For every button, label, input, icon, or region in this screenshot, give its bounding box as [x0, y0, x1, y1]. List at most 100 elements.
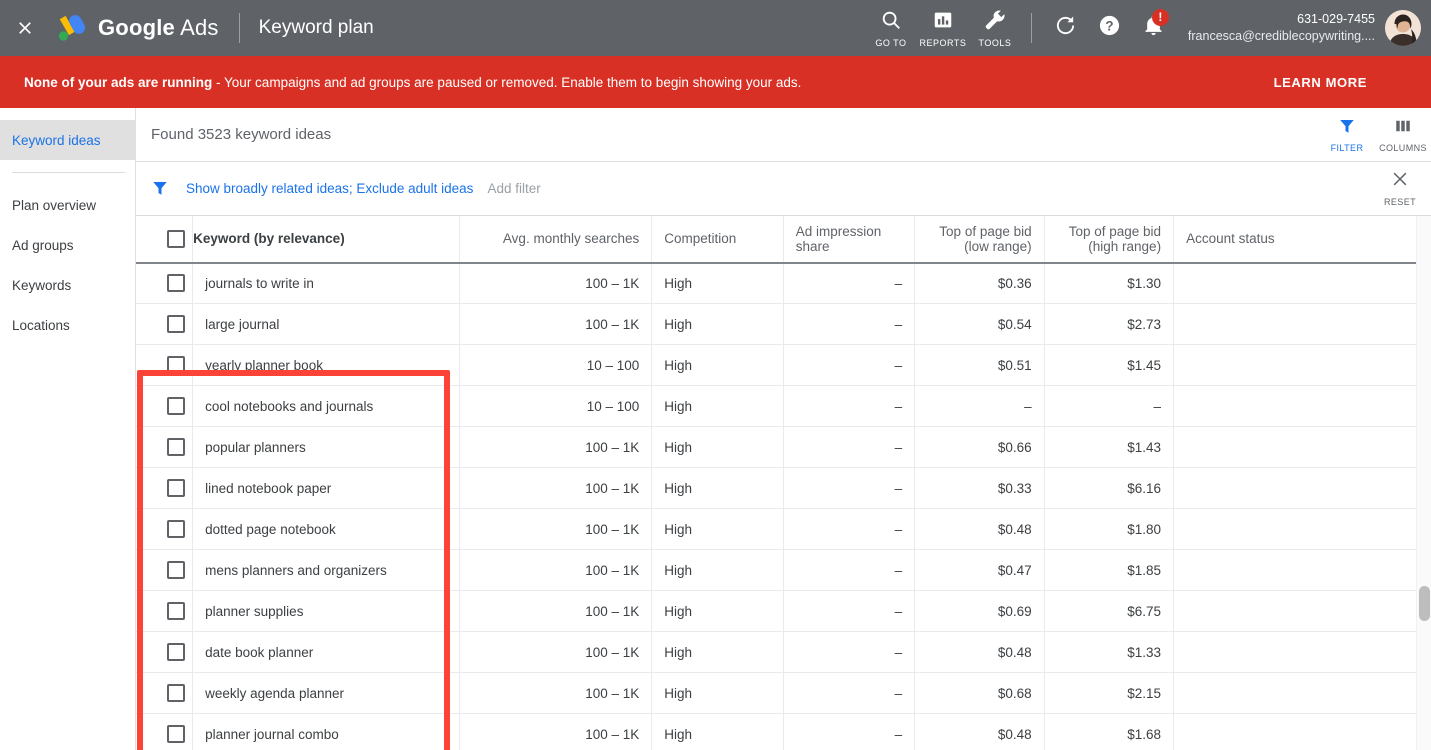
row-checkbox[interactable] — [167, 438, 185, 457]
cell-ad-impression-share: – — [783, 713, 916, 750]
scrollbar-thumb[interactable] — [1419, 585, 1430, 621]
active-filter-chip[interactable]: Show broadly related ideas; Exclude adul… — [186, 181, 473, 196]
cell-ad-impression-share: – — [783, 426, 916, 469]
go-to-button[interactable]: GO TO — [865, 0, 917, 56]
table-row[interactable]: planner supplies 100 – 1K High – $0.69 $… — [136, 590, 1431, 633]
learn-more-link[interactable]: LEARN MORE — [1274, 75, 1407, 90]
column-header-ad-impression-share[interactable]: Ad impression share — [783, 215, 916, 264]
filter-button[interactable]: FILTER — [1319, 108, 1375, 162]
cell-ad-impression-share: – — [783, 303, 916, 346]
sidebar-item-plan-overview[interactable]: Plan overview — [0, 185, 135, 225]
sidebar-item-locations[interactable]: Locations — [0, 305, 135, 345]
table-row[interactable]: planner journal combo 100 – 1K High – $0… — [136, 713, 1431, 750]
sidebar-item-keywords[interactable]: Keywords — [0, 265, 135, 305]
cell-bid-high: $2.15 — [1044, 672, 1175, 715]
row-checkbox[interactable] — [167, 684, 185, 703]
select-all-header — [136, 215, 194, 264]
select-all-checkbox[interactable] — [167, 229, 185, 248]
row-checkbox[interactable] — [167, 561, 185, 580]
cell-competition: High — [651, 426, 784, 469]
table-row[interactable]: date book planner 100 – 1K High – $0.48 … — [136, 631, 1431, 674]
brand-ads: Ads — [180, 15, 219, 40]
reports-button[interactable]: REPORTS — [917, 0, 969, 56]
table-row[interactable]: weekly agenda planner 100 – 1K High – $0… — [136, 672, 1431, 715]
table-header-row: Keyword (by relevance) Avg. monthly sear… — [136, 215, 1431, 264]
table-row[interactable]: yearly planner book 10 – 100 High – $0.5… — [136, 344, 1431, 387]
close-icon — [15, 18, 35, 38]
table-row[interactable]: dotted page notebook 100 – 1K High – $0.… — [136, 508, 1431, 551]
cell-keyword: journals to write in — [192, 262, 461, 305]
column-header-keyword[interactable]: Keyword (by relevance) — [192, 215, 461, 264]
topbar-divider — [238, 13, 240, 43]
avatar[interactable] — [1385, 10, 1421, 46]
column-header-top-of-page-bid-low[interactable]: Top of page bid (low range) — [914, 215, 1045, 264]
column-header-avg-monthly-searches[interactable]: Avg. monthly searches — [459, 215, 653, 264]
cell-account-status — [1173, 426, 1431, 469]
cell-bid-low: $0.68 — [914, 672, 1045, 715]
top-app-bar: Google Ads Keyword plan GO TO REPORTS TO… — [0, 0, 1431, 56]
help-button[interactable]: ? — [1088, 0, 1132, 56]
row-select-cell — [136, 508, 194, 551]
cell-keyword: weekly agenda planner — [192, 672, 461, 715]
table-row[interactable]: cool notebooks and journals 10 – 100 Hig… — [136, 385, 1431, 428]
cell-bid-high: $1.85 — [1044, 549, 1175, 592]
column-header-account-status[interactable]: Account status — [1173, 215, 1431, 264]
row-checkbox[interactable] — [167, 602, 185, 621]
cell-bid-high: $1.80 — [1044, 508, 1175, 551]
row-checkbox[interactable] — [167, 643, 185, 662]
cell-account-status — [1173, 631, 1431, 674]
filter-button-label: FILTER — [1330, 142, 1364, 153]
sidebar-item-label: Ad groups — [12, 237, 74, 253]
row-checkbox[interactable] — [167, 315, 185, 334]
table-row[interactable]: lined notebook paper 100 – 1K High – $0.… — [136, 467, 1431, 510]
vertical-scrollbar[interactable] — [1416, 215, 1431, 750]
row-checkbox[interactable] — [167, 356, 185, 375]
account-email: francesca@crediblecopywriting.... — [1187, 29, 1375, 43]
columns-button[interactable]: COLUMNS — [1375, 108, 1431, 162]
row-select-cell — [136, 303, 194, 346]
sidebar-item-keyword-ideas[interactable]: Keyword ideas — [0, 120, 135, 160]
cell-competition: High — [651, 549, 784, 592]
refresh-icon — [1054, 14, 1077, 42]
cell-ad-impression-share: – — [783, 262, 916, 305]
row-checkbox[interactable] — [167, 725, 185, 744]
row-select-cell — [136, 385, 194, 428]
keyword-table-container: Keyword (by relevance) Avg. monthly sear… — [136, 215, 1431, 750]
cell-bid-low: $0.69 — [914, 590, 1045, 633]
row-checkbox[interactable] — [167, 274, 185, 293]
notifications-button[interactable]: ! — [1132, 0, 1176, 56]
google-ads-logo[interactable]: Google Ads — [54, 13, 219, 43]
reset-button[interactable]: RESET — [1375, 169, 1431, 207]
cell-bid-low: $0.66 — [914, 426, 1045, 469]
row-checkbox[interactable] — [167, 520, 185, 539]
filter-icon — [1338, 117, 1356, 140]
columns-icon — [1394, 117, 1412, 140]
cell-keyword: planner supplies — [192, 590, 461, 633]
cell-competition: High — [651, 303, 784, 346]
sidebar-item-ad-groups[interactable]: Ad groups — [0, 225, 135, 265]
add-filter-button[interactable]: Add filter — [487, 181, 540, 196]
table-row[interactable]: mens planners and organizers 100 – 1K Hi… — [136, 549, 1431, 592]
row-checkbox[interactable] — [167, 479, 185, 498]
notifications-badge: ! — [1151, 9, 1169, 26]
column-header-competition[interactable]: Competition — [651, 215, 784, 264]
account-info[interactable]: 631-029-7455 francesca@crediblecopywriti… — [1188, 11, 1375, 45]
close-button[interactable] — [6, 9, 44, 47]
table-row[interactable]: journals to write in 100 – 1K High – $0.… — [136, 262, 1431, 305]
cell-avg-monthly-searches: 100 – 1K — [459, 713, 653, 750]
cell-ad-impression-share: – — [783, 590, 916, 633]
cell-bid-low: $0.33 — [914, 467, 1045, 510]
alert-banner-message: - Your campaigns and ad groups are pause… — [212, 74, 802, 90]
results-toolbar-actions: FILTER COLUMNS — [1319, 108, 1431, 162]
table-row[interactable]: large journal 100 – 1K High – $0.54 $2.7… — [136, 303, 1431, 346]
row-checkbox[interactable] — [167, 397, 185, 416]
cell-bid-low: $0.48 — [914, 631, 1045, 674]
table-row[interactable]: popular planners 100 – 1K High – $0.66 $… — [136, 426, 1431, 469]
cell-keyword: large journal — [192, 303, 461, 346]
refresh-button[interactable] — [1044, 0, 1088, 56]
sidebar-item-label: Locations — [12, 317, 70, 333]
cell-ad-impression-share: – — [783, 549, 916, 592]
column-header-top-of-page-bid-high[interactable]: Top of page bid (high range) — [1044, 215, 1175, 264]
keyword-ideas-table: Keyword (by relevance) Avg. monthly sear… — [136, 215, 1431, 750]
tools-button[interactable]: TOOLS — [969, 0, 1021, 56]
